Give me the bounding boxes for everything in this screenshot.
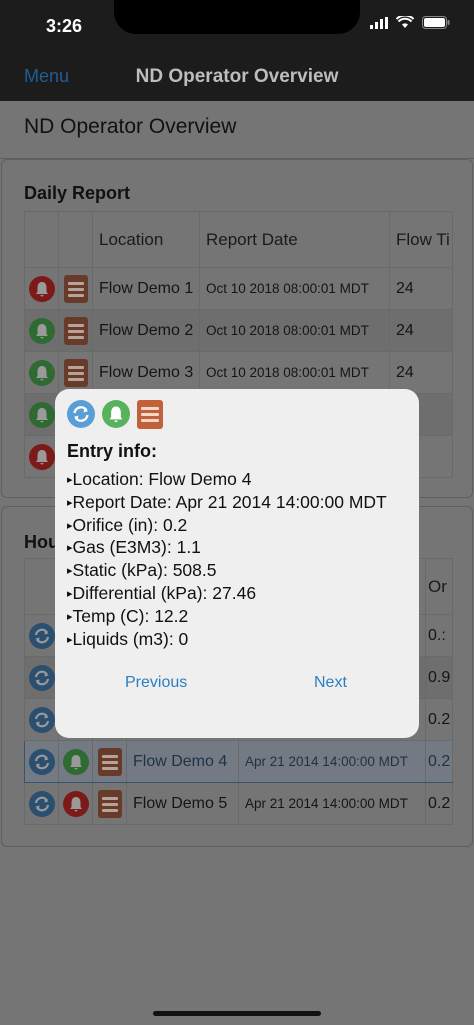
status-bar: 3:26 <box>0 0 474 54</box>
header-orifice[interactable]: Or <box>425 558 453 615</box>
location-cell: Flow Demo 2 <box>92 309 200 352</box>
dialog-icon-row <box>67 400 163 429</box>
refresh-icon[interactable] <box>28 622 55 649</box>
bell-icon[interactable] <box>28 275 55 302</box>
location-cell: Flow Demo 4 <box>126 740 239 783</box>
book-icon[interactable] <box>97 789 122 818</box>
refresh-icon[interactable] <box>28 748 55 775</box>
status-time: 3:26 <box>46 16 83 36</box>
info-liquids: Liquids (m3): 0 <box>67 629 387 652</box>
page-title: ND Operator Overview <box>24 115 237 138</box>
table-row[interactable]: Flow Demo 1 Oct 10 2018 08:00:01 MDT 24 <box>24 267 453 310</box>
previous-button[interactable]: Previous <box>125 674 187 692</box>
book-icon[interactable] <box>137 400 163 429</box>
location-cell: Flow Demo 5 <box>126 782 239 825</box>
signal-icon <box>370 16 388 29</box>
header-report-date[interactable]: Report Date <box>199 211 390 268</box>
orifice-cell: 0.: <box>425 614 453 657</box>
orifice-cell: 0.2 <box>425 782 453 825</box>
table-row-selected[interactable]: Flow Demo 4 Apr 21 2014 14:00:00 MDT 0.2 <box>24 740 453 783</box>
date-cell: Oct 10 2018 08:00:01 MDT <box>199 309 390 352</box>
book-icon[interactable] <box>97 747 122 776</box>
daily-report-title: Daily Report <box>24 183 131 203</box>
location-cell: Flow Demo 1 <box>92 267 200 310</box>
navigation-bar: Menu ND Operator Overview <box>0 54 474 101</box>
book-icon[interactable] <box>63 316 88 345</box>
flow-cell: 24 <box>389 309 453 352</box>
flow-cell: 24 <box>389 267 453 310</box>
entry-info-dialog: Entry info: Location: Flow Demo 4 Report… <box>55 389 419 738</box>
bell-icon[interactable] <box>28 317 55 344</box>
status-icons <box>370 16 450 29</box>
location-cell: Flow Demo 3 <box>92 351 200 394</box>
orifice-cell: 0.2 <box>425 740 453 783</box>
refresh-icon[interactable] <box>28 706 55 733</box>
dialog-heading: Entry info: <box>67 441 157 461</box>
date-cell: Oct 10 2018 08:00:01 MDT <box>199 351 390 394</box>
device-notch <box>114 0 360 34</box>
table-row[interactable]: Flow Demo 2 Oct 10 2018 08:00:01 MDT 24 <box>24 309 453 352</box>
refresh-icon[interactable] <box>28 790 55 817</box>
refresh-icon[interactable] <box>67 400 95 428</box>
table-row[interactable]: Flow Demo 5 Apr 21 2014 14:00:00 MDT 0.2 <box>24 782 453 825</box>
bell-icon[interactable] <box>28 359 55 386</box>
home-indicator[interactable] <box>153 1011 321 1016</box>
bell-icon[interactable] <box>62 790 89 817</box>
info-gas: Gas (E3M3): 1.1 <box>67 537 387 560</box>
hourly-report-title: Hou <box>24 532 59 552</box>
info-static: Static (kPa): 508.5 <box>67 560 387 583</box>
header-report <box>58 211 93 268</box>
date-cell: Apr 21 2014 14:00:00 MDT <box>238 740 426 783</box>
header-flow-time[interactable]: Flow Ti <box>389 211 453 268</box>
battery-icon <box>422 16 450 29</box>
info-orifice: Orifice (in): 0.2 <box>67 515 387 538</box>
orifice-cell: 0.9 <box>425 656 453 699</box>
info-report-date: Report Date: Apr 21 2014 14:00:00 MDT <box>67 492 387 515</box>
table-header-row: Location Report Date Flow Ti <box>24 211 453 268</box>
info-location: Location: Flow Demo 4 <box>67 469 387 492</box>
bell-icon[interactable] <box>102 400 130 428</box>
next-button[interactable]: Next <box>314 674 347 692</box>
date-cell: Apr 21 2014 14:00:00 MDT <box>238 782 426 825</box>
entry-info-list: Location: Flow Demo 4 Report Date: Apr 2… <box>67 469 387 651</box>
orifice-cell: 0.2 <box>425 698 453 741</box>
info-differential: Differential (kPa): 27.46 <box>67 583 387 606</box>
header-location[interactable]: Location <box>92 211 200 268</box>
bell-icon[interactable] <box>62 748 89 775</box>
header-status <box>24 211 59 268</box>
refresh-icon[interactable] <box>28 664 55 691</box>
book-icon[interactable] <box>63 358 88 387</box>
flow-cell: 24 <box>389 351 453 394</box>
date-cell: Oct 10 2018 08:00:01 MDT <box>199 267 390 310</box>
info-temp: Temp (C): 12.2 <box>67 606 387 629</box>
bell-icon[interactable] <box>28 443 55 470</box>
book-icon[interactable] <box>63 274 88 303</box>
wifi-icon <box>396 16 414 28</box>
table-row[interactable]: Flow Demo 3 Oct 10 2018 08:00:01 MDT 24 <box>24 351 453 394</box>
nav-title: ND Operator Overview <box>135 66 339 87</box>
bell-icon[interactable] <box>28 401 55 428</box>
